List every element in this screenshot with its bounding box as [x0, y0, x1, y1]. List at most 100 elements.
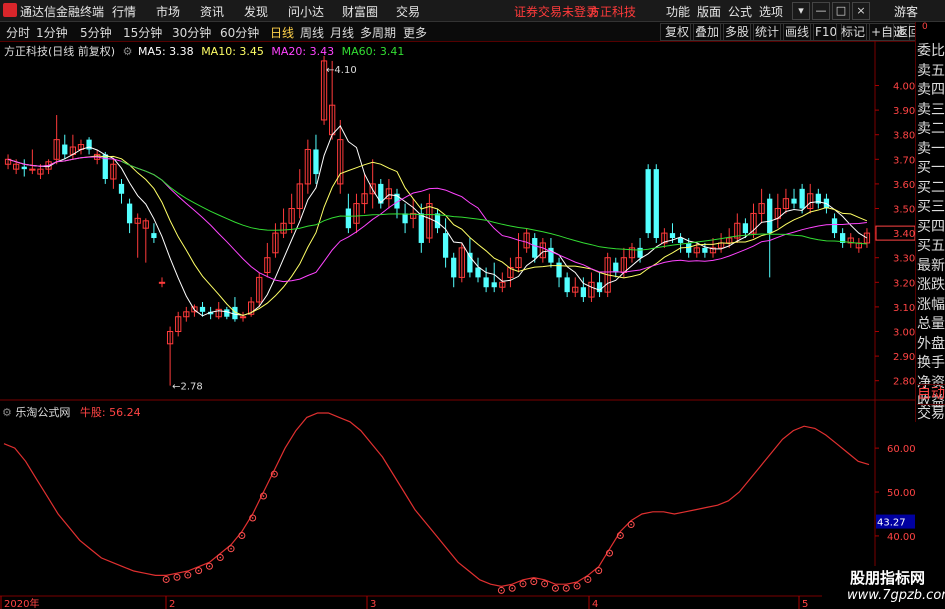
bottom-signal-dot — [597, 569, 600, 572]
bottom-signal-dot — [522, 583, 524, 585]
candle-body-down — [742, 223, 749, 234]
candle-body-down — [491, 282, 497, 288]
y-tick-label: 3.30 — [893, 254, 915, 265]
candle-body-down — [702, 247, 708, 253]
menu-layout[interactable]: 版面 — [697, 3, 721, 20]
ma20-label: MA20: 3.43 — [271, 45, 335, 58]
x-axis-label: 2020年 — [4, 597, 39, 609]
bottom-signal-dot — [565, 587, 568, 590]
menu-formula[interactable]: 公式 — [728, 3, 752, 20]
bottom-signal-dot — [587, 578, 589, 581]
menu-trade[interactable]: 交易 — [396, 3, 420, 20]
indicator-y-tick-label: 50.00 — [887, 488, 915, 499]
period-more[interactable]: 更多 — [403, 24, 427, 41]
period-monthly[interactable]: 月线 — [330, 24, 354, 41]
quote-label: 买四 — [917, 218, 945, 235]
kline-chart[interactable]: 4.00 3.90 3.80 3.70 3.60 3.50 3.40 3.30 3.20 3.10… — [0, 41, 915, 609]
y-tick-label: 4.00 — [893, 82, 915, 93]
minimize-icon[interactable]: — — [812, 2, 830, 20]
candle-body-down — [483, 277, 489, 288]
menu-function[interactable]: 功能 — [666, 3, 690, 20]
bottom-signal-dot — [533, 580, 535, 583]
ma5-label: MA5: 3.38 — [137, 45, 194, 58]
quote-label: 外盘 — [917, 335, 945, 352]
x-axis-label: 5 — [802, 599, 808, 609]
menu-market[interactable]: 市场 — [156, 3, 180, 20]
bottom-signal-dot — [554, 587, 557, 590]
indicator-line — [3, 412, 870, 588]
quote-label: 卖一 — [917, 140, 945, 157]
menu-assistant[interactable]: 问小达 — [288, 3, 324, 20]
candle-body-down — [475, 267, 481, 278]
quote-label: 涨幅 — [917, 296, 945, 313]
adjust-button[interactable]: 复权 — [660, 23, 695, 41]
indicator-current-label: 43.27 — [877, 518, 906, 529]
menu-fortune-circle[interactable]: 财富圈 — [342, 3, 378, 20]
statistics-button[interactable]: 统计 — [750, 23, 785, 41]
quote-label: 买一 — [917, 160, 945, 176]
candle-body-up — [29, 168, 36, 171]
y-tick-label: 3.70 — [893, 155, 915, 166]
candle-body-down — [21, 166, 27, 170]
current-stock-name: 方正科技 — [588, 5, 637, 19]
candle-body-down — [345, 208, 352, 229]
bottom-signal-dot — [187, 574, 189, 576]
bottom-signal-dot — [543, 583, 546, 585]
x-axis-label: 2 — [169, 599, 175, 609]
app-title: 通达信金融终端 — [20, 5, 105, 19]
draw-line-button[interactable]: 画线 — [780, 23, 815, 41]
bottom-signal-dot — [511, 587, 513, 590]
menu-options[interactable]: 选项 — [759, 3, 783, 20]
indicator-value: 牛股: 56.24 — [79, 406, 141, 419]
period-15min[interactable]: 15分钟 — [123, 24, 162, 41]
close-icon[interactable]: × — [852, 2, 870, 20]
top-badge: 0 — [922, 22, 928, 32]
period-weekly[interactable]: 周线 — [300, 24, 324, 41]
bottom-signal-dot — [176, 576, 178, 579]
quote-label: 买二 — [917, 179, 945, 196]
trade-button[interactable]: 交易 — [917, 404, 945, 424]
overlay-button[interactable]: 叠加 — [690, 23, 725, 41]
y-tick-label: 3.00 — [893, 328, 915, 339]
period-60min[interactable]: 60分钟 — [220, 24, 259, 41]
candle-body-down — [199, 306, 206, 312]
app-logo-icon — [3, 3, 17, 17]
period-5min[interactable]: 5分钟 — [80, 24, 112, 41]
period-30min[interactable]: 30分钟 — [172, 24, 211, 41]
candle-body-down — [118, 183, 125, 194]
candle-body-up — [239, 316, 247, 319]
bottom-signal-dot — [208, 565, 211, 568]
y-tick-label: 2.90 — [893, 352, 915, 363]
menu-discover[interactable]: 发现 — [244, 3, 268, 20]
mark-button[interactable]: 标记 — [836, 23, 871, 41]
chart-title: 方正科技(日线 前复权) — [4, 45, 116, 58]
period-multi[interactable]: 多周期 — [360, 24, 396, 41]
menu-news[interactable]: 资讯 — [200, 3, 224, 20]
candle-body-down — [62, 144, 68, 155]
quote-label: 卖四 — [917, 82, 945, 98]
indicator-gear-icon[interactable]: ⚙ — [2, 406, 12, 419]
candle-body-down — [677, 238, 684, 243]
candle-body-down — [831, 218, 838, 234]
candle-body-down — [613, 262, 619, 273]
login-status[interactable]: 证券交易未登录 — [514, 3, 598, 20]
x-axis-label: 3 — [370, 599, 376, 609]
auto-trade-toggle[interactable]: 自动 — [917, 384, 945, 404]
dropdown-icon[interactable]: ▾ — [792, 2, 810, 20]
y-tick-label: 3.60 — [893, 180, 915, 191]
ma-line-ma60 — [121, 160, 867, 251]
multi-stock-button[interactable]: 多股 — [720, 23, 755, 41]
indicator-title: 乐淘公式网 — [15, 406, 71, 419]
period-daily[interactable]: 日线 — [270, 24, 294, 41]
candle-body-down — [653, 169, 659, 239]
menu-quotes[interactable]: 行情 — [112, 3, 136, 20]
guest-user[interactable]: 游客 — [894, 3, 918, 20]
candle-body-down — [637, 247, 643, 258]
maximize-icon[interactable]: □ — [832, 2, 850, 20]
period-1min[interactable]: 1分钟 — [36, 24, 68, 41]
candle-body-down — [556, 262, 562, 278]
settings-gear-icon[interactable]: ⚙ — [123, 45, 133, 58]
main-chart-info: 方正科技(日线 前复权) ⚙ MA5: 3.38 MA10: 3.45 MA20… — [4, 43, 404, 59]
candle-body-down — [799, 188, 805, 209]
period-tick[interactable]: 分时 — [6, 24, 30, 41]
